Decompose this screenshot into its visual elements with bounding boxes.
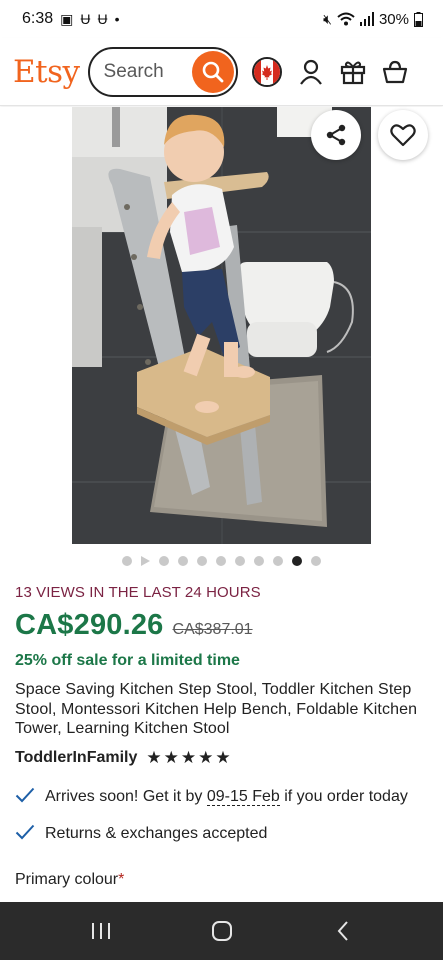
carousel-dot[interactable] xyxy=(311,556,321,566)
primary-colour-text: Primary colour xyxy=(15,870,119,888)
gallery-notification-icon: ▣ xyxy=(60,11,74,27)
carousel-dot[interactable] xyxy=(235,556,245,566)
home-icon xyxy=(211,921,232,941)
favorite-button[interactable] xyxy=(378,110,428,160)
status-time: 6:38 xyxy=(22,10,54,27)
carousel-dot[interactable] xyxy=(122,556,132,566)
checkmark-icon xyxy=(15,785,35,808)
etsy-logo[interactable]: Etsy xyxy=(13,54,80,90)
product-photo[interactable] xyxy=(72,107,371,544)
carousel-dot[interactable] xyxy=(273,556,283,566)
carousel-dot[interactable] xyxy=(178,556,188,566)
cart-icon[interactable] xyxy=(382,59,408,85)
product-details: 13 VIEWS IN THE LAST 24 HOURS CA$290.26 … xyxy=(15,584,430,889)
star-icon: ★ xyxy=(180,748,197,767)
carousel-dot[interactable] xyxy=(216,556,226,566)
gift-icon[interactable] xyxy=(340,59,366,85)
search-placeholder: Search xyxy=(103,60,164,82)
primary-colour-label: Primary colour* xyxy=(15,871,430,889)
views-notice: 13 VIEWS IN THE LAST 24 HOURS xyxy=(15,584,261,601)
checkmark-icon xyxy=(15,822,35,845)
carousel-dot[interactable] xyxy=(159,556,169,566)
required-marker: * xyxy=(118,870,125,888)
back-icon xyxy=(337,921,348,941)
canada-flag-icon[interactable] xyxy=(251,56,282,87)
delivery-prefix: Arrives soon! Get it by xyxy=(45,787,207,805)
product-gallery[interactable] xyxy=(0,107,443,544)
signal-icon xyxy=(359,12,374,26)
system-nav-bar xyxy=(0,902,443,960)
app-notification-icon-2: Ʉ xyxy=(97,11,108,27)
delivery-date[interactable]: 09-15 Feb xyxy=(206,787,280,806)
carousel-dot-active[interactable] xyxy=(292,556,302,566)
home-button[interactable] xyxy=(192,911,252,951)
search-button[interactable] xyxy=(191,50,234,93)
returns-info: Returns & exchanges accepted xyxy=(15,822,430,845)
product-title: Space Saving Kitchen Step Stool, Toddler… xyxy=(15,681,418,737)
search-icon xyxy=(202,61,223,82)
price-row: CA$290.26 CA$387.01 xyxy=(15,609,430,642)
share-button[interactable] xyxy=(311,110,361,160)
app-header: Etsy Search xyxy=(0,38,443,106)
account-icon[interactable] xyxy=(298,59,324,85)
delivery-text: Arrives soon! Get it by 09-15 Feb if you… xyxy=(45,785,408,808)
status-bar: 6:38 ▣ Ʉ Ʉ • 🔇︎ 30% xyxy=(0,0,443,38)
rating-stars[interactable]: ★ ★ ★ ★ ★ xyxy=(146,749,230,766)
heart-icon xyxy=(390,124,416,147)
battery-icon xyxy=(414,11,423,27)
star-icon: ★ xyxy=(198,748,214,767)
share-icon xyxy=(326,124,346,146)
delivery-info: Arrives soon! Get it by 09-15 Feb if you… xyxy=(15,785,430,808)
sale-price: CA$290.26 xyxy=(15,609,164,641)
returns-text: Returns & exchanges accepted xyxy=(45,824,268,842)
wifi-icon xyxy=(337,12,355,26)
star-icon: ★ xyxy=(163,748,179,767)
battery-percent: 30% xyxy=(378,10,409,28)
app-notification-icon: Ʉ xyxy=(80,11,91,27)
original-price: CA$387.01 xyxy=(172,621,253,638)
search-input[interactable]: Search xyxy=(87,46,238,97)
star-icon: ★ xyxy=(215,748,231,767)
more-notifications-dot-icon: • xyxy=(114,11,120,27)
recent-apps-icon xyxy=(91,923,110,939)
recent-apps-button[interactable] xyxy=(71,911,131,951)
star-icon: ★ xyxy=(146,748,162,767)
mute-icon: 🔇︎ xyxy=(323,11,332,27)
back-button[interactable] xyxy=(313,911,373,951)
carousel-dot[interactable] xyxy=(197,556,207,566)
shop-name-link[interactable]: ToddlerInFamily xyxy=(15,749,137,767)
shop-row[interactable]: ToddlerInFamily ★ ★ ★ ★ ★ xyxy=(15,749,430,767)
carousel-dot[interactable] xyxy=(254,556,264,566)
delivery-suffix: if you order today xyxy=(279,787,408,805)
video-play-icon[interactable] xyxy=(141,556,150,566)
carousel-dots[interactable] xyxy=(0,555,443,567)
sale-notice: 25% off sale for a limited time xyxy=(15,652,240,669)
